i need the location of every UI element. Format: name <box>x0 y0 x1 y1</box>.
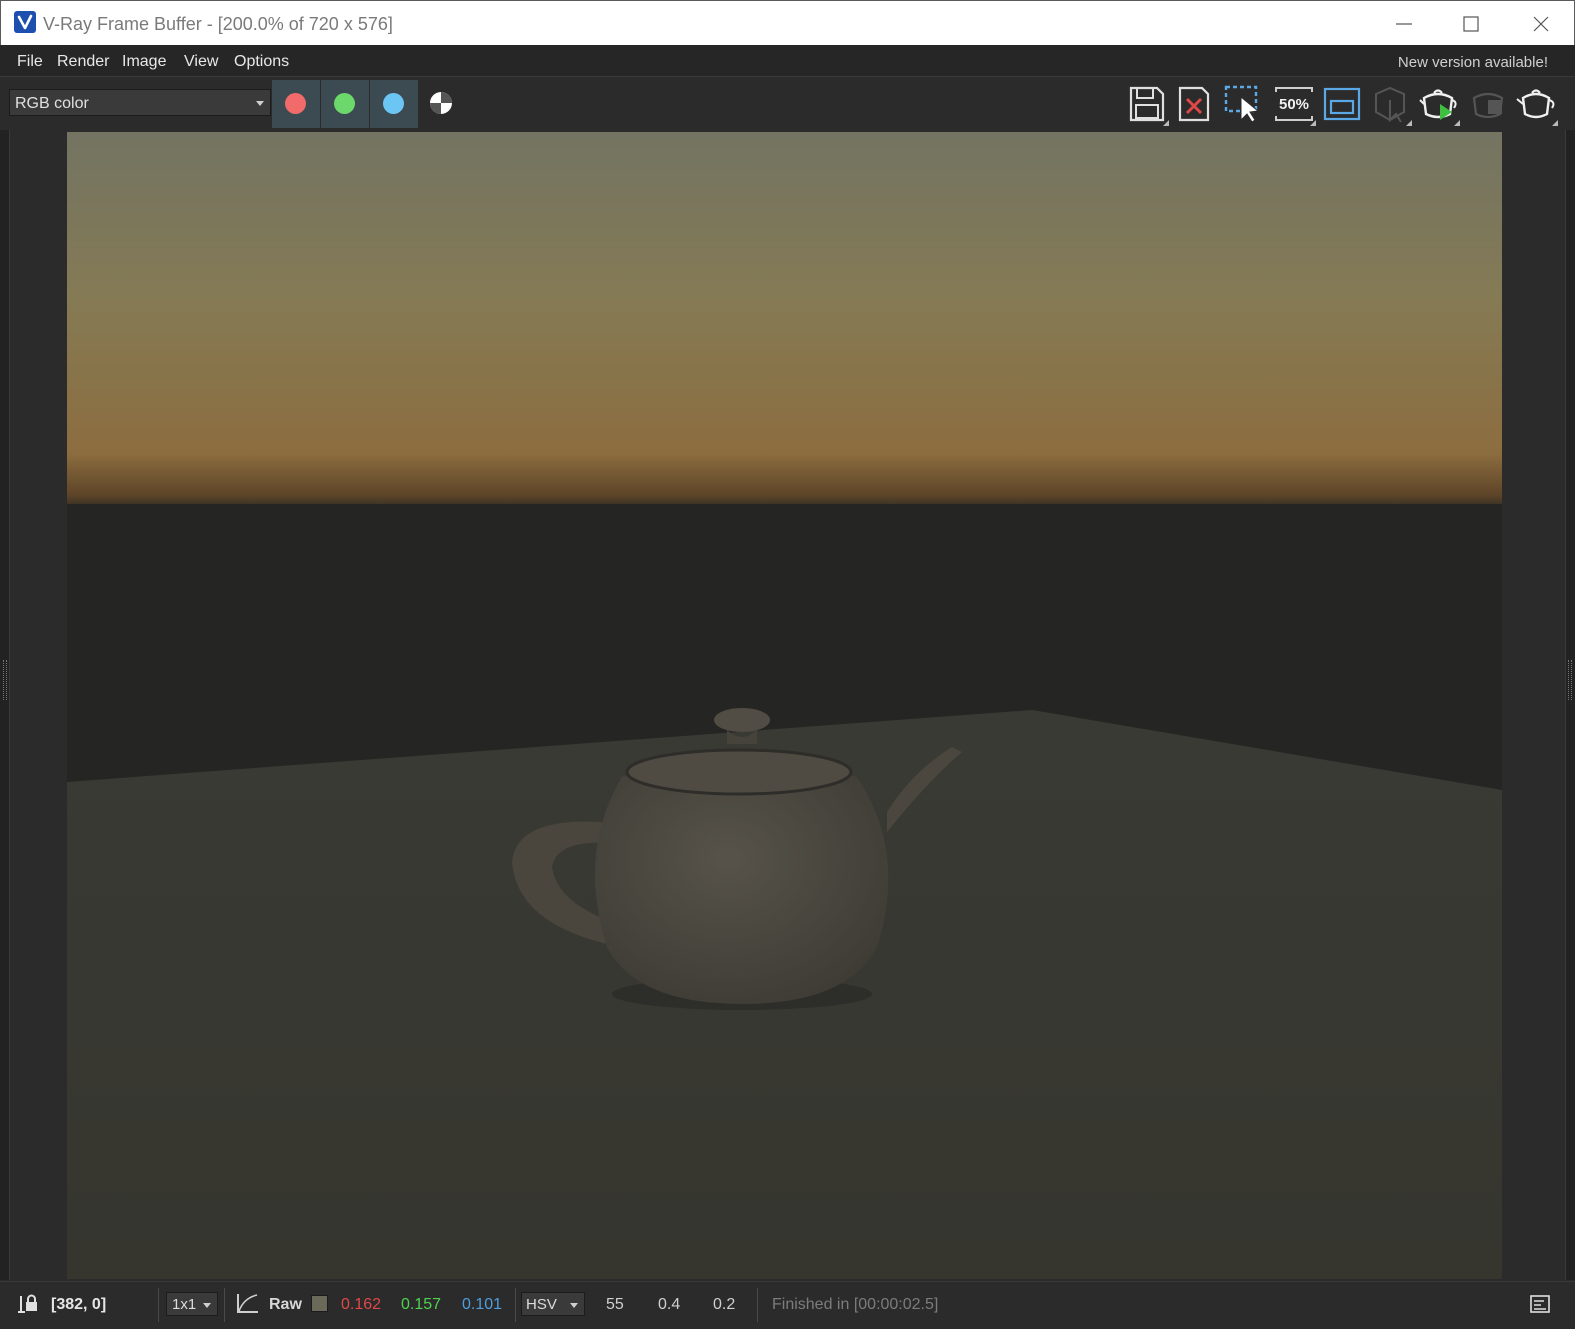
chevron-down-icon <box>256 101 264 106</box>
blue-value: 0.101 <box>462 1296 503 1313</box>
blue-channel-button[interactable] <box>370 80 418 128</box>
more-options-marker <box>1454 120 1460 126</box>
sample-size-select[interactable]: 1x1 <box>166 1292 218 1316</box>
green-dot-icon <box>334 93 355 114</box>
red-value: 0.162 <box>341 1296 382 1313</box>
blue-dot-icon <box>383 93 404 114</box>
menu-view[interactable]: View <box>184 53 218 71</box>
region-render-icon <box>1224 85 1260 123</box>
render-production-button[interactable] <box>1416 82 1460 126</box>
track-mouse-button[interactable] <box>1320 82 1364 126</box>
chevron-down-icon <box>570 1303 578 1308</box>
colorspace-select[interactable]: HSV <box>521 1292 585 1316</box>
track-mouse-icon <box>1323 87 1361 121</box>
saturation-value: 0.4 <box>658 1296 681 1313</box>
clear-image-button[interactable] <box>1172 82 1216 126</box>
menu-image[interactable]: Image <box>122 53 166 71</box>
render-canvas <box>67 132 1502 1279</box>
menu-bar: File Render Image View Options New versi… <box>0 45 1575 77</box>
window-title: V-Ray Frame Buffer - [200.0% of 720 x 57… <box>43 14 393 34</box>
render-status-message: Finished in [00:00:02.5] <box>772 1296 939 1313</box>
interactive-render-button[interactable] <box>1368 82 1412 126</box>
status-bar: [382, 0] 1x1 Raw 0.162 0.157 0.101 HSV 5… <box>0 1281 1575 1329</box>
close-button[interactable] <box>1518 7 1564 41</box>
minimize-button[interactable] <box>1381 7 1427 41</box>
more-options-marker <box>1552 120 1558 126</box>
alpha-channel-button[interactable] <box>428 90 454 116</box>
pin-lock-icon <box>18 1294 37 1313</box>
channel-select[interactable]: RGB color <box>9 89 271 116</box>
lock-cursor-button[interactable] <box>17 1292 41 1321</box>
stop-render-icon <box>1472 92 1504 119</box>
toolbar: RGB color 50% <box>0 78 1575 130</box>
colorspace-value: HSV <box>526 1296 557 1313</box>
right-panel-handle[interactable] <box>1565 130 1575 1280</box>
new-version-link[interactable]: New version available! <box>1398 54 1548 71</box>
curve-icon <box>237 1294 258 1313</box>
rendered-image[interactable] <box>67 132 1502 1279</box>
stop-render-button[interactable] <box>1466 82 1510 126</box>
color-swatch <box>311 1295 328 1312</box>
pixel-coordinates: [382, 0] <box>51 1296 107 1313</box>
vray-logo-icon <box>14 11 36 33</box>
color-correction-button[interactable] <box>234 1292 260 1321</box>
red-dot-icon <box>285 93 306 114</box>
green-value: 0.157 <box>401 1296 442 1313</box>
title-bar: V-Ray Frame Buffer - [200.0% of 720 x 57… <box>0 0 1575 45</box>
toggle-panel-button[interactable] <box>1530 1294 1550 1314</box>
region-render-button[interactable] <box>1221 82 1265 126</box>
maximize-button[interactable] <box>1448 7 1494 41</box>
menu-file[interactable]: File <box>17 53 43 71</box>
svg-text:50%: 50% <box>1279 96 1309 113</box>
grip-icon <box>3 660 7 700</box>
panel-icon <box>1530 1295 1550 1313</box>
left-panel-handle[interactable] <box>0 130 10 1280</box>
green-channel-button[interactable] <box>321 80 369 128</box>
more-options-marker <box>1406 120 1412 126</box>
grip-icon <box>1568 660 1572 700</box>
clear-image-icon <box>1178 86 1210 122</box>
separator <box>158 1288 159 1322</box>
alpha-channel-icon <box>430 92 452 114</box>
separator <box>224 1288 225 1322</box>
sample-size-value: 1x1 <box>172 1296 197 1313</box>
separator <box>515 1288 516 1322</box>
hue-value: 55 <box>606 1296 624 1313</box>
separator <box>757 1288 758 1322</box>
zoom-50-button[interactable]: 50% <box>1272 82 1316 126</box>
more-options-marker <box>1163 120 1169 126</box>
channel-select-value: RGB color <box>15 95 89 112</box>
save-button[interactable] <box>1125 82 1169 126</box>
render-teapot-button[interactable] <box>1514 82 1558 126</box>
chevron-down-icon <box>203 1303 211 1308</box>
menu-options[interactable]: Options <box>234 53 289 71</box>
brightness-value: 0.2 <box>713 1296 736 1313</box>
more-options-marker <box>1310 120 1316 126</box>
raw-mode-label[interactable]: Raw <box>269 1296 302 1314</box>
menu-render[interactable]: Render <box>57 53 109 71</box>
red-channel-button[interactable] <box>272 80 320 128</box>
frame-buffer-viewport[interactable] <box>0 130 1575 1280</box>
